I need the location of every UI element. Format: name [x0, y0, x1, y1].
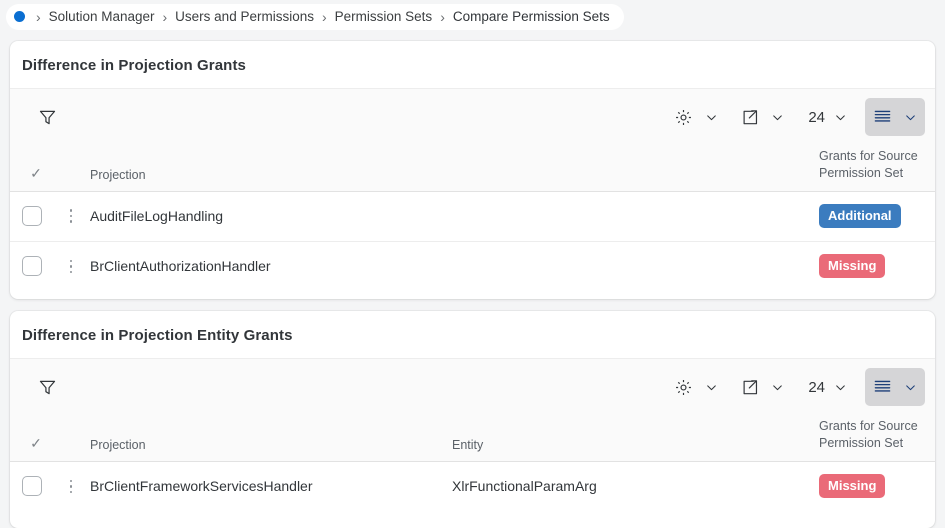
- column-header-projection[interactable]: Projection: [88, 145, 450, 192]
- breadcrumb-item-permission-sets[interactable]: Permission Sets: [335, 9, 433, 24]
- row-checkbox[interactable]: [22, 476, 42, 497]
- row-count-chevron-down-icon[interactable]: [827, 370, 853, 404]
- column-header-grants-text: Grants for Source Permission Set: [819, 148, 918, 180]
- cell-entity: XlrFunctionalParamArg: [450, 461, 805, 511]
- view-mode-button-group[interactable]: [865, 98, 925, 136]
- export-share-icon[interactable]: [734, 370, 764, 404]
- table-area: 24: [10, 88, 935, 291]
- breadcrumb-item-compare-permission-sets[interactable]: Compare Permission Sets: [453, 9, 610, 24]
- row-menu-cell[interactable]: [54, 461, 88, 511]
- gear-icon[interactable]: [668, 100, 698, 134]
- breadcrumb: › Solution Manager › Users and Permissio…: [6, 3, 624, 30]
- breadcrumb-item-users-and-permissions[interactable]: Users and Permissions: [175, 9, 314, 24]
- export-share-icon[interactable]: [734, 100, 764, 134]
- table-area: 24: [10, 358, 935, 511]
- cell-spacer: [450, 191, 805, 242]
- column-header-entity[interactable]: Entity: [450, 415, 805, 462]
- cell-projection: BrClientAuthorizationHandler: [88, 241, 450, 291]
- row-count-label[interactable]: 24: [800, 109, 827, 126]
- list-lines-icon[interactable]: [867, 100, 897, 134]
- row-checkbox[interactable]: [22, 256, 42, 277]
- app-shell: › Solution Manager › Users and Permissio…: [0, 0, 945, 528]
- select-all-header[interactable]: ✓: [10, 415, 54, 462]
- breadcrumb-bar: › Solution Manager › Users and Permissio…: [0, 0, 945, 33]
- breadcrumb-separator: ›: [36, 8, 41, 25]
- settings-chevron-down-icon[interactable]: [698, 370, 724, 404]
- menu-header: [54, 415, 88, 462]
- status-badge: Additional: [819, 204, 901, 228]
- row-count-chevron-down-icon[interactable]: [827, 100, 853, 134]
- row-select-cell[interactable]: [10, 191, 54, 242]
- row-checkbox[interactable]: [22, 206, 42, 226]
- table-row[interactable]: BrClientFrameworkServicesHandler XlrFunc…: [10, 461, 935, 511]
- table-header-row: ✓ Projection Grants for Source Permissio…: [10, 145, 935, 192]
- card-difference-in-projection-grants: Difference in Projection Grants 24 ✓ Pro…: [10, 41, 935, 299]
- cell-grant-status: Missing: [805, 241, 935, 291]
- column-header-grants-for-source-permission-set[interactable]: Grants for Source Permission Set: [805, 145, 935, 192]
- row-count-label[interactable]: 24: [800, 379, 827, 396]
- table-row[interactable]: AuditFileLogHandling Additional: [10, 191, 935, 242]
- cell-grant-status: Missing: [805, 461, 935, 511]
- table-header-row: ✓ Projection Entity Grants for Source Pe…: [10, 415, 935, 462]
- column-header-spacer: [450, 145, 805, 192]
- status-badge: Missing: [819, 474, 886, 499]
- menu-header: [54, 145, 88, 192]
- page-title: Difference in Projection Grants: [22, 57, 246, 74]
- breadcrumb-item-solution-manager[interactable]: Solution Manager: [49, 9, 155, 24]
- row-actions-kebab-icon[interactable]: [54, 462, 88, 512]
- view-mode-chevron-down-icon[interactable]: [897, 100, 923, 134]
- view-mode-chevron-down-icon[interactable]: [897, 370, 923, 404]
- row-menu-cell[interactable]: [54, 241, 88, 291]
- column-header-grants-for-source-permission-set[interactable]: Grants for Source Permission Set: [805, 415, 935, 462]
- card-difference-in-projection-entity-grants: Difference in Projection Entity Grants 2…: [10, 311, 935, 528]
- list-lines-icon[interactable]: [867, 370, 897, 404]
- row-actions-kebab-icon[interactable]: [54, 242, 88, 292]
- breadcrumb-separator: ›: [440, 8, 445, 25]
- cell-projection: BrClientFrameworkServicesHandler: [88, 461, 450, 511]
- row-actions-kebab-icon[interactable]: [54, 192, 88, 241]
- section-title: Difference in Projection Entity Grants: [22, 327, 293, 344]
- view-mode-button-group[interactable]: [865, 368, 925, 406]
- breadcrumb-separator: ›: [162, 8, 168, 25]
- gear-icon[interactable]: [668, 370, 698, 404]
- projection-grants-table: ✓ Projection Grants for Source Permissio…: [10, 145, 935, 291]
- status-badge: Missing: [819, 254, 886, 279]
- table-toolbar: 24: [10, 89, 935, 145]
- row-select-cell[interactable]: [10, 241, 54, 291]
- row-select-cell[interactable]: [10, 461, 54, 511]
- table-toolbar: 24: [10, 359, 935, 415]
- select-all-header[interactable]: ✓: [10, 145, 54, 192]
- status-dot-icon: [14, 11, 25, 22]
- table-row[interactable]: BrClientAuthorizationHandler Missing: [10, 241, 935, 291]
- cell-grant-status: Additional: [805, 191, 935, 242]
- column-header-grants-text: Grants for Source Permission Set: [819, 418, 918, 450]
- row-menu-cell[interactable]: [54, 191, 88, 242]
- breadcrumb-separator: ›: [321, 8, 327, 25]
- export-chevron-down-icon[interactable]: [764, 100, 790, 134]
- cell-spacer: [450, 241, 805, 291]
- settings-chevron-down-icon[interactable]: [698, 100, 724, 134]
- filter-funnel-icon[interactable]: [32, 370, 62, 404]
- export-chevron-down-icon[interactable]: [764, 370, 790, 404]
- column-header-projection[interactable]: Projection: [88, 415, 450, 462]
- filter-funnel-icon[interactable]: [32, 100, 62, 134]
- projection-entity-grants-table: ✓ Projection Entity Grants for Source Pe…: [10, 415, 935, 511]
- cell-projection: AuditFileLogHandling: [88, 191, 450, 242]
